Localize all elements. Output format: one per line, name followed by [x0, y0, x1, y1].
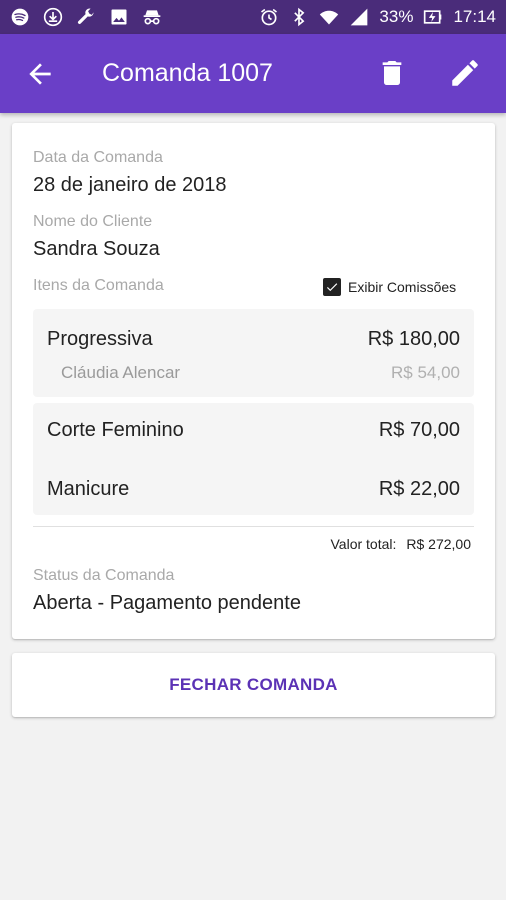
item-group: Corte Feminino R$ 70,00 Manicure R$ 22,0… — [33, 403, 474, 515]
delete-button[interactable] — [376, 56, 408, 90]
wifi-icon — [319, 7, 339, 27]
close-order-button[interactable]: FECHAR COMANDA — [12, 653, 495, 717]
item-price: R$ 70,00 — [378, 419, 460, 441]
commission-name: Cláudia Alencar — [61, 363, 181, 382]
battery-percent: 33% — [379, 7, 414, 26]
commission-checkbox[interactable] — [323, 278, 341, 296]
client-label: Nome do Cliente — [33, 213, 153, 230]
items-label: Itens da Comanda — [33, 277, 164, 294]
item-name: Progressiva — [47, 328, 153, 350]
system-icons: 33% 17:14 — [259, 7, 496, 27]
item-price: R$ 180,00 — [367, 328, 460, 350]
order-details-card: Data da Comanda 28 de janeiro de 2018 No… — [12, 123, 495, 639]
date-label: Data da Comanda — [33, 149, 163, 166]
item-name: Corte Feminino — [47, 419, 184, 441]
client-value: Sandra Souza — [33, 238, 160, 260]
page-title: Comanda 1007 — [102, 59, 273, 87]
date-value: 28 de janeiro de 2018 — [33, 174, 227, 196]
show-commissions-label: Exibir Comissões — [348, 279, 457, 295]
item-price: R$ 22,00 — [378, 478, 460, 500]
arrow-left-icon — [29, 63, 51, 85]
check-icon — [326, 283, 338, 292]
status-value: Aberta - Pagamento pendente — [33, 592, 301, 614]
edit-button[interactable] — [448, 56, 482, 90]
image-icon — [109, 7, 129, 27]
item-group: Progressiva R$ 180,00 Cláudia Alencar R$… — [33, 309, 474, 397]
divider — [33, 526, 474, 527]
item-name: Manicure — [47, 478, 130, 500]
show-commissions-toggle[interactable]: Exibir Comissões — [323, 278, 456, 296]
incognito-icon — [142, 7, 162, 27]
signal-icon — [349, 7, 369, 27]
status-bar: 33% 17:14 — [0, 0, 506, 34]
total-label: Valor total: — [330, 536, 397, 552]
total-value: R$ 272,00 — [406, 536, 471, 552]
clock: 17:14 — [453, 7, 496, 26]
notification-icons — [10, 7, 162, 27]
trash-icon — [382, 61, 402, 85]
app-bar: Comanda 1007 — [0, 34, 506, 113]
back-button[interactable] — [24, 58, 56, 90]
order-total: Valor total: R$ 272,00 — [331, 536, 472, 552]
status-label: Status da Comanda — [33, 567, 175, 584]
wrench-icon — [76, 7, 96, 27]
pencil-icon — [452, 60, 478, 86]
bluetooth-icon — [289, 7, 309, 27]
spotify-icon — [10, 7, 30, 27]
close-order-label: FECHAR COMANDA — [169, 675, 338, 694]
commission-price: R$ 54,00 — [391, 363, 460, 382]
battery-charging-icon — [423, 7, 443, 27]
alarm-icon — [259, 7, 279, 27]
download-icon — [43, 7, 63, 27]
